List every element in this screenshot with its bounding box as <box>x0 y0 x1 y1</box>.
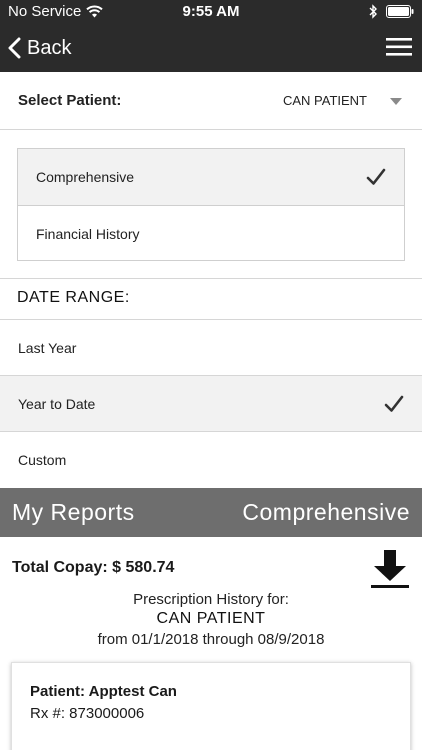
date-range-last-year[interactable]: Last Year <box>0 319 422 375</box>
card-rx-number: Rx #: 873000006 <box>30 705 145 722</box>
report-type-picker: Comprehensive Financial History <box>17 148 405 261</box>
reports-header-title: My Reports <box>12 499 135 525</box>
total-copay: Total Copay: $ 580.74 <box>12 559 175 576</box>
card-patient: Patient: Apptest Can <box>30 683 177 700</box>
nav-bar: Back <box>0 24 422 72</box>
divider <box>0 278 422 279</box>
bluetooth-icon <box>369 4 377 19</box>
select-patient-row[interactable]: Select Patient: CAN PATIENT <box>0 72 422 130</box>
checkmark-icon <box>366 168 386 185</box>
prescription-card[interactable]: Patient: Apptest Can Rx #: 873000006 <box>11 662 411 750</box>
menu-icon[interactable] <box>386 36 412 58</box>
date-range-label: Last Year <box>18 339 77 356</box>
select-patient-value[interactable]: CAN PATIENT <box>283 93 367 108</box>
date-range-title: DATE RANGE: <box>17 289 130 306</box>
reports-header-type: Comprehensive <box>242 499 410 525</box>
report-type-financial-history[interactable]: Financial History <box>18 205 404 261</box>
date-range-label: Year to Date <box>18 395 96 412</box>
status-bar: No Service 9:55 AM <box>0 0 422 24</box>
report-type-label: Financial History <box>36 225 140 242</box>
history-patient-name: CAN PATIENT <box>156 610 266 627</box>
battery-icon <box>386 5 414 18</box>
report-type-comprehensive[interactable]: Comprehensive <box>18 149 404 205</box>
download-icon[interactable] <box>370 548 410 590</box>
reports-header: My Reports Comprehensive <box>0 488 422 537</box>
report-type-label: Comprehensive <box>36 169 135 185</box>
status-right <box>369 4 414 19</box>
select-patient-label: Select Patient: <box>18 92 122 109</box>
back-button[interactable]: Back <box>8 32 71 64</box>
dropdown-caret-icon[interactable] <box>390 98 402 105</box>
status-time: 9:55 AM <box>182 3 240 20</box>
history-title: Prescription History for: <box>133 591 289 608</box>
history-date-span: from 01/1/2018 through 08/9/2018 <box>97 631 325 648</box>
date-range-label: Custom <box>18 451 67 468</box>
chevron-left-icon <box>8 37 21 59</box>
date-range-custom[interactable]: Custom <box>0 431 422 487</box>
back-label: Back <box>27 36 72 59</box>
date-range-year-to-date[interactable]: Year to Date <box>0 375 422 431</box>
checkmark-icon <box>384 395 404 412</box>
